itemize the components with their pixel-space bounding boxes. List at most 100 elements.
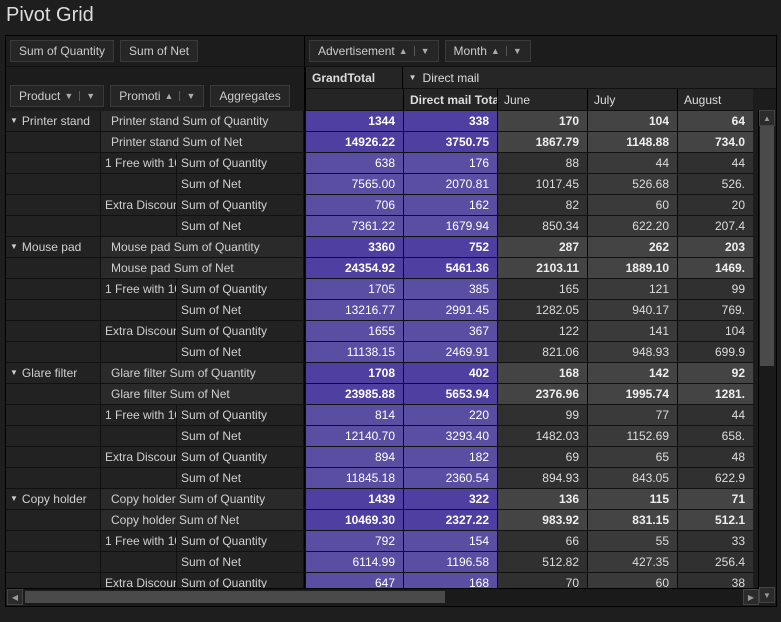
filter-icon[interactable]: ▼ — [186, 91, 195, 101]
chevron-down-icon[interactable]: ▼ — [409, 67, 417, 89]
cell-june: 1482.03 — [497, 426, 587, 446]
cell-dmtotal: 402 — [403, 363, 497, 383]
cell-july: 262 — [587, 237, 677, 257]
cell-july: 940.17 — [587, 300, 677, 320]
promo-header: Extra Discount — [101, 321, 177, 341]
cell-june: 170 — [497, 111, 587, 131]
cell-august: 99 — [677, 279, 753, 299]
cell-july: 141 — [587, 321, 677, 341]
field-zone: Sum of Quantity Sum of Net Advertisement… — [6, 36, 776, 67]
row-summary: Glare filter Sum of Net — [6, 384, 304, 405]
cell-august: 44 — [677, 405, 753, 425]
cell-grandtotal: 792 — [305, 531, 403, 551]
cell-july: 427.35 — [587, 552, 677, 572]
summary-label: Printer stand Sum of Net — [101, 132, 304, 152]
chevron-down-icon[interactable]: ▼ — [10, 237, 18, 257]
scroll-left-icon[interactable]: ◀ — [7, 589, 23, 605]
aggregate-label: Sum of Quantity — [177, 195, 304, 215]
cell-dmtotal: 1196.58 — [403, 552, 497, 572]
cell-august: 658. — [677, 426, 753, 446]
scroll-down-icon[interactable]: ▼ — [759, 587, 775, 603]
cell-july: 121 — [587, 279, 677, 299]
col-june[interactable]: June — [497, 89, 587, 111]
aggregate-label: Sum of Net — [177, 174, 304, 194]
scroll-thumb[interactable] — [760, 126, 774, 366]
promo-header — [101, 426, 177, 446]
promo-header — [101, 342, 177, 362]
row-field-product[interactable]: Product ▼ ▼ — [10, 85, 104, 107]
product-header[interactable]: ▼Copy holder — [6, 489, 101, 509]
cell-grandtotal: 24354.92 — [305, 258, 403, 278]
chevron-down-icon[interactable]: ▼ — [10, 111, 18, 131]
cell-dmtotal: 220 — [403, 405, 497, 425]
scroll-track[interactable] — [23, 589, 743, 605]
filter-icon[interactable]: ▼ — [86, 91, 95, 101]
cell-dmtotal: 2469.91 — [403, 342, 497, 362]
product-header[interactable]: ▼Mouse pad — [6, 237, 101, 257]
cell-grandtotal: 706 — [305, 195, 403, 215]
cell-july: 115 — [587, 489, 677, 509]
cell-grandtotal: 1344 — [305, 111, 403, 131]
cell-june: 122 — [497, 321, 587, 341]
scroll-thumb[interactable] — [25, 591, 445, 603]
filter-icon[interactable]: ▼ — [513, 46, 522, 56]
col-field-month[interactable]: Month ▲ ▼ — [445, 40, 531, 62]
aggregate-label: Sum of Quantity — [177, 447, 304, 467]
summary-label: Glare filter Sum of Quantity — [101, 363, 304, 383]
cell-grandtotal: 13216.77 — [305, 300, 403, 320]
row-summary: ▼Mouse padMouse pad Sum of Quantity — [6, 237, 304, 258]
cell-grandtotal: 14926.22 — [305, 132, 403, 152]
cell-dmtotal: 162 — [403, 195, 497, 215]
cell-june: 88 — [497, 153, 587, 173]
sort-desc-icon: ▼ — [64, 91, 73, 101]
cell-july: 1152.69 — [587, 426, 677, 446]
vertical-scrollbar[interactable]: ▲ ▼ — [758, 110, 775, 603]
summary-label: Glare filter Sum of Net — [101, 384, 304, 404]
scroll-right-icon[interactable]: ▶ — [743, 589, 759, 605]
col-july[interactable]: July — [587, 89, 677, 111]
scroll-up-icon[interactable]: ▲ — [759, 110, 775, 126]
row-detail: Sum of Net — [6, 342, 304, 363]
cell-june: 168 — [497, 363, 587, 383]
cell-grandtotal: 7565.00 — [305, 174, 403, 194]
data-field-sum-quantity[interactable]: Sum of Quantity — [10, 40, 114, 62]
chevron-down-icon[interactable]: ▼ — [10, 363, 18, 383]
col-direct-mail-total[interactable]: Direct mail Total — [403, 89, 497, 111]
row-detail: Sum of Net — [6, 216, 304, 237]
cell-dmtotal: 5461.36 — [403, 258, 497, 278]
row-summary: ▼Glare filterGlare filter Sum of Quantit… — [6, 363, 304, 384]
scroll-track[interactable] — [759, 126, 775, 587]
cell-june: 1017.45 — [497, 174, 587, 194]
filter-icon[interactable]: ▼ — [421, 46, 430, 56]
cell-july: 44 — [587, 153, 677, 173]
row-field-aggregates[interactable]: Aggregates — [210, 85, 289, 107]
summary-label: Copy holder Sum of Quantity — [101, 489, 304, 509]
cell-july: 831.15 — [587, 510, 677, 530]
cell-august: 769. — [677, 300, 753, 320]
col-field-advertisement[interactable]: Advertisement ▲ ▼ — [309, 40, 439, 62]
cell-july: 65 — [587, 447, 677, 467]
col-grandtotal[interactable]: GrandTotal — [305, 67, 402, 89]
product-header[interactable]: ▼Glare filter — [6, 363, 101, 383]
data-field-sum-net[interactable]: Sum of Net — [120, 40, 198, 62]
summary-label: Mouse pad Sum of Net — [101, 258, 304, 278]
cell-july: 104 — [587, 111, 677, 131]
cell-august: 71 — [677, 489, 753, 509]
aggregate-label: Sum of Quantity — [177, 405, 304, 425]
col-august[interactable]: August — [677, 89, 753, 111]
cell-august: 1281. — [677, 384, 753, 404]
row-detail: 1 Free with 10Sum of Quantity — [6, 531, 304, 552]
row-field-promoti[interactable]: Promoti ▲ ▼ — [110, 85, 204, 107]
cell-july: 526.68 — [587, 174, 677, 194]
row-detail: Extra DiscountSum of Quantity — [6, 195, 304, 216]
summary-label: Printer stand Sum of Quantity — [101, 111, 304, 131]
product-header[interactable]: ▼Printer stand — [6, 111, 101, 131]
cell-june: 1867.79 — [497, 132, 587, 152]
horizontal-scrollbar[interactable]: ◀▶ — [7, 588, 759, 605]
col-direct-mail[interactable]: ▼ Direct mail — [402, 67, 776, 89]
cell-june: 821.06 — [497, 342, 587, 362]
cell-dmtotal: 2327.22 — [403, 510, 497, 530]
chevron-down-icon[interactable]: ▼ — [10, 489, 18, 509]
aggregate-label: Sum of Net — [177, 300, 304, 320]
row-summary: Printer stand Sum of Net — [6, 132, 304, 153]
